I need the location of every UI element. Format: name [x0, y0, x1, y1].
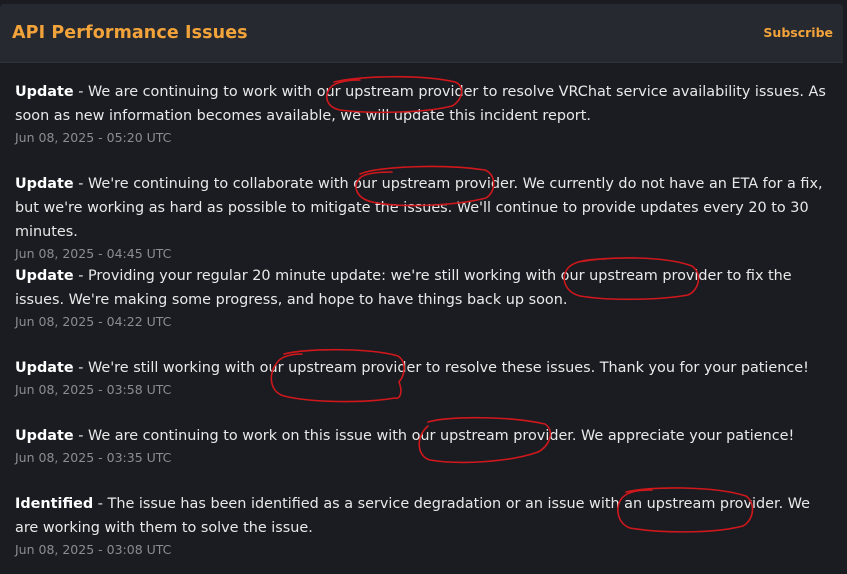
update-text: The issue has been identified as a servi…	[15, 496, 810, 536]
update-entry: Update - Providing your regular 20 minut…	[15, 264, 830, 331]
update-status: Update	[15, 268, 74, 284]
subscribe-button[interactable]: Subscribe	[763, 25, 833, 40]
update-message: Update - Providing your regular 20 minut…	[15, 264, 830, 312]
update-status: Update	[15, 84, 74, 100]
update-status: Identified	[15, 496, 94, 512]
incident-page: API Performance Issues Subscribe Update …	[0, 0, 847, 574]
update-entry: Update - We're still working with our up…	[15, 356, 830, 399]
update-entry: Update - We are continuing to work with …	[15, 80, 830, 147]
status-separator: -	[73, 360, 88, 376]
update-text: We're continuing to collaborate with our…	[15, 176, 823, 240]
update-timestamp: Jun 08, 2025 - 04:22 UTC	[15, 314, 172, 329]
update-text: Providing your regular 20 minute update:…	[15, 268, 792, 308]
update-entry: Update - We are continuing to work on th…	[15, 424, 830, 467]
update-text: We're still working with our upstream pr…	[87, 360, 809, 376]
status-separator: -	[73, 84, 88, 100]
update-message: Update - We are continuing to work with …	[15, 80, 830, 128]
update-entry: Identified - The issue has been identifi…	[15, 492, 830, 559]
update-status: Update	[15, 428, 74, 444]
update-text: We are continuing to work on this issue …	[87, 428, 795, 444]
update-message: Update - We are continuing to work on th…	[15, 424, 830, 448]
update-timestamp: Jun 08, 2025 - 05:20 UTC	[15, 130, 172, 145]
status-separator: -	[93, 496, 108, 512]
status-separator: -	[73, 428, 88, 444]
update-status: Update	[15, 176, 74, 192]
update-text: We are continuing to work with our upstr…	[15, 84, 826, 124]
status-separator: -	[73, 268, 88, 284]
status-separator: -	[73, 176, 88, 192]
incident-header: API Performance Issues Subscribe	[0, 4, 843, 63]
update-message: Identified - The issue has been identifi…	[15, 492, 830, 540]
update-timestamp: Jun 08, 2025 - 03:35 UTC	[15, 450, 172, 465]
update-timestamp: Jun 08, 2025 - 04:45 UTC	[15, 246, 172, 261]
update-timestamp: Jun 08, 2025 - 03:58 UTC	[15, 382, 172, 397]
page-title: API Performance Issues	[12, 23, 248, 43]
update-message: Update - We're still working with our up…	[15, 356, 830, 380]
update-status: Update	[15, 360, 74, 376]
update-entry: Update - We're continuing to collaborate…	[15, 172, 830, 263]
update-message: Update - We're continuing to collaborate…	[15, 172, 830, 244]
update-timestamp: Jun 08, 2025 - 03:08 UTC	[15, 542, 172, 557]
